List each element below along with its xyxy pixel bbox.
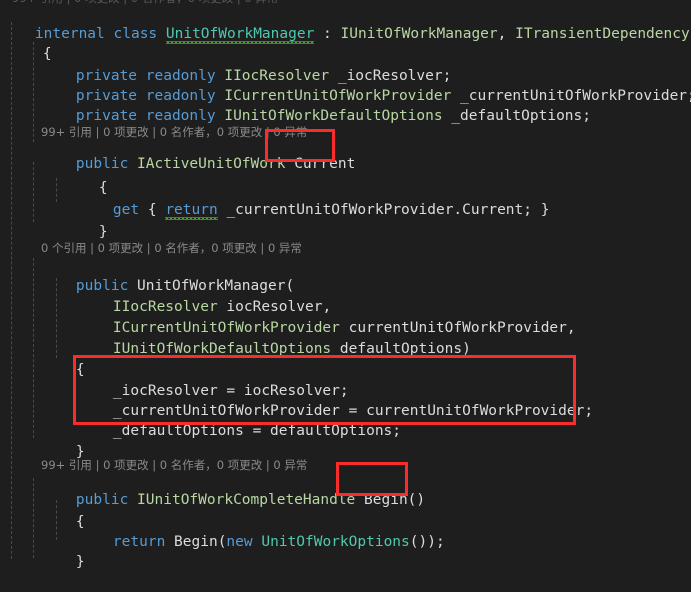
- line-assignment-2: _currentUnitOfWorkProvider = currentUnit…: [0, 381, 691, 419]
- line-class-declaration: internal class UnitOfWorkManager : IUnit…: [0, 4, 691, 42]
- brace-close-method-begin: }: [75, 554, 85, 570]
- brace-close-property: }: [98, 224, 108, 240]
- line-field-iocresolver: private readonly IIocResolver _iocResolv…: [0, 46, 691, 84]
- field-name-defaultoptions: _defaultOptions;: [442, 108, 591, 124]
- line-field-defaultoptions: private readonly IUnitOfWorkDefaultOptio…: [0, 86, 691, 124]
- keyword-private-3: private: [75, 108, 138, 124]
- keyword-readonly-3: readonly: [145, 108, 216, 124]
- line-constructor-param-1: IIocResolver iocResolver,: [0, 277, 691, 315]
- codelens-constructor[interactable]: 0 个引用 | 0 项更改 | 0 名作者，0 项更改 | 0 异常: [41, 240, 302, 256]
- line-property-current-signature: public IActiveUnitOfWork Current: [0, 134, 691, 172]
- line-class-open-brace: {: [0, 24, 691, 62]
- line-method-close-brace: }: [0, 532, 691, 570]
- field-type-iunitofworkdefaultoptions: IUnitOfWorkDefaultOptions: [224, 108, 443, 124]
- code-editor[interactable]: 99+ 引用 | 0 项更改 | 0 名作者，0 项更改 | 0 异常 inte…: [0, 0, 691, 570]
- line-property-getter: get { return _currentUnitOfWorkProvider.…: [0, 180, 691, 218]
- line-property-close-brace: }: [0, 202, 691, 240]
- line-method-begin-signature: public IUnitOfWorkCompleteHandle Begin(): [0, 470, 691, 508]
- line-assignment-1: _iocResolver = iocResolver;: [0, 361, 691, 399]
- line-property-open-brace: {: [0, 158, 691, 196]
- line-constructor-open-brace: {: [0, 340, 691, 378]
- line-field-currentunitofworkprovider: private readonly ICurrentUnitOfWorkProvi…: [0, 66, 691, 104]
- line-constructor-param-3: IUnitOfWorkDefaultOptions defaultOptions…: [0, 319, 691, 357]
- line-constructor-signature: public UnitOfWorkManager(: [0, 256, 691, 294]
- line-constructor-param-2: ICurrentUnitOfWorkProvider currentUnitOf…: [0, 298, 691, 336]
- line-method-return: return Begin(new UnitOfWorkOptions());: [0, 512, 691, 550]
- line-constructor-close-brace: }: [0, 422, 691, 460]
- line-assignment-3: _defaultOptions = defaultOptions;: [0, 401, 691, 439]
- line-method-open-brace: {: [0, 492, 691, 530]
